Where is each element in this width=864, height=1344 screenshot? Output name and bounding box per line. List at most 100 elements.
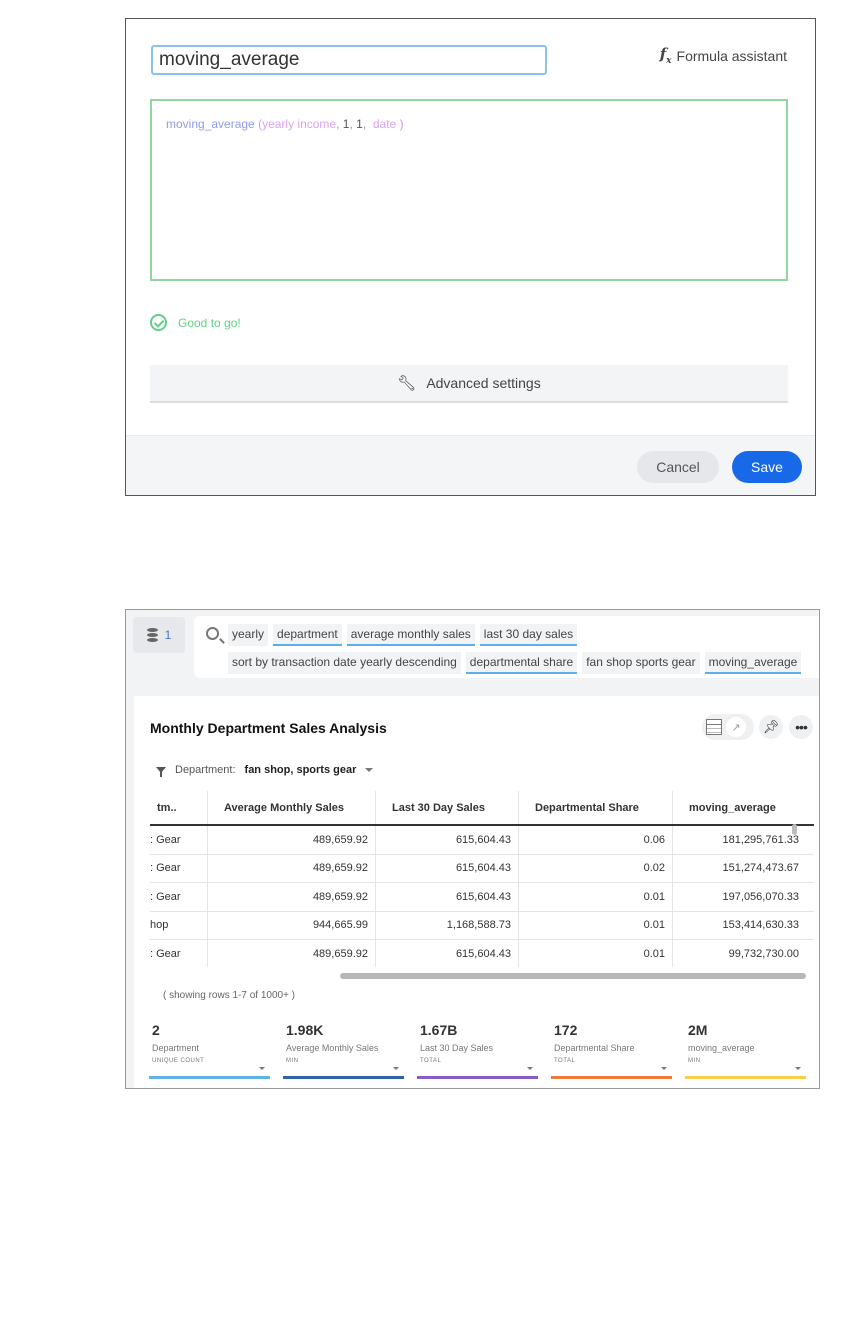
chart-view-icon[interactable]: ↗ bbox=[726, 717, 746, 737]
search-token[interactable]: yearly bbox=[228, 624, 269, 646]
column-header[interactable]: tm.. bbox=[150, 791, 208, 824]
search-token[interactable]: moving_average bbox=[704, 652, 802, 674]
formula-name-input[interactable] bbox=[151, 45, 547, 75]
formula-comma: , bbox=[362, 117, 367, 131]
table-cell: 0.02 bbox=[519, 854, 673, 882]
data-table: tm.. Average Monthly Sales Last 30 Day S… bbox=[150, 791, 814, 967]
chevron-down-icon[interactable] bbox=[393, 1067, 399, 1070]
summary-card[interactable]: 2M moving_average MIN bbox=[685, 1022, 806, 1079]
formula-arg-2: 1 bbox=[356, 117, 363, 131]
summary-value: 2 bbox=[152, 1022, 160, 1038]
dialog-footer: Cancel Save bbox=[126, 435, 815, 495]
data-source-count: 1 bbox=[164, 628, 172, 642]
column-header[interactable]: moving_average bbox=[673, 791, 806, 824]
formula-function: moving_average bbox=[166, 117, 255, 131]
table-cell: 0.06 bbox=[519, 826, 673, 854]
formula-comma: , bbox=[349, 117, 353, 131]
table-cell: 153,414,630.33 bbox=[722, 919, 799, 932]
table-view-icon[interactable] bbox=[706, 719, 722, 735]
summary-card[interactable]: 1.67B Last 30 Day Sales TOTAL bbox=[417, 1022, 538, 1079]
chevron-down-icon[interactable] bbox=[661, 1067, 667, 1070]
vertical-scrollbar[interactable] bbox=[792, 824, 797, 835]
filter-icon bbox=[156, 767, 166, 777]
formula-close-paren: ) bbox=[399, 117, 404, 131]
summary-value: 1.67B bbox=[420, 1022, 458, 1038]
table-cell: 615,604.43 bbox=[376, 883, 519, 911]
search-tokens-row: sort by transaction date yearly descendi… bbox=[228, 652, 802, 674]
answer-card: Monthly Department Sales Analysis ↗ 📌︎ •… bbox=[134, 696, 819, 1088]
validation-status-text: Good to go! bbox=[178, 315, 241, 330]
filter-value: fan shop, sports gear bbox=[244, 764, 357, 776]
formula-assistant-link[interactable]: fx Formula assistant bbox=[660, 45, 787, 66]
chevron-down-icon[interactable] bbox=[259, 1067, 265, 1070]
search-token[interactable]: sort by transaction date yearly descendi… bbox=[228, 652, 461, 674]
table-cell: : Gear bbox=[150, 854, 208, 882]
save-button[interactable]: Save bbox=[732, 451, 802, 483]
cancel-button[interactable]: Cancel bbox=[637, 451, 719, 483]
advanced-settings-label: Advanced settings bbox=[426, 375, 541, 391]
summary-value: 172 bbox=[554, 1022, 578, 1038]
filter-chip[interactable]: Department: fan shop, sports gear bbox=[156, 764, 374, 777]
answer-title: Monthly Department Sales Analysis bbox=[150, 720, 387, 736]
summary-row: 2 Department UNIQUE COUNT 1.98K Average Mont… bbox=[149, 1022, 806, 1079]
search-token[interactable]: average monthly sales bbox=[346, 624, 475, 646]
more-options-button[interactable]: ••• bbox=[789, 715, 813, 739]
search-token[interactable]: departmental share bbox=[465, 652, 578, 674]
search-token[interactable]: fan shop sports gear bbox=[582, 652, 700, 674]
summary-label: Department bbox=[152, 1043, 200, 1053]
summary-aggregation[interactable]: TOTAL bbox=[417, 1058, 538, 1064]
table-cell: 615,604.43 bbox=[376, 854, 519, 882]
more-icon: ••• bbox=[795, 719, 808, 735]
table-cell: 489,659.92 bbox=[208, 854, 376, 882]
summary-card[interactable]: 2 Department UNIQUE COUNT bbox=[149, 1022, 270, 1079]
summary-color-bar bbox=[149, 1076, 270, 1079]
column-header[interactable]: Last 30 Day Sales bbox=[376, 791, 519, 824]
wrench-icon: 🔧︎ bbox=[397, 375, 417, 392]
summary-aggregation[interactable]: TOTAL bbox=[551, 1058, 672, 1064]
table-cell: 181,295,761.33 bbox=[722, 833, 799, 846]
summary-aggregation[interactable]: MIN bbox=[283, 1058, 404, 1064]
chevron-down-icon[interactable] bbox=[795, 1067, 801, 1070]
table-cell: 197,056,070.33 bbox=[722, 890, 799, 903]
table-row[interactable]: : Gear 489,659.92 615,604.43 0.02 151,274,47… bbox=[150, 854, 814, 883]
chevron-down-icon[interactable] bbox=[527, 1067, 533, 1070]
search-token[interactable]: department bbox=[273, 624, 342, 646]
table-cell: 0.01 bbox=[519, 940, 673, 967]
table-row[interactable]: hop 944,665.99 1,168,588.73 0.01 153,414,630… bbox=[150, 911, 814, 940]
view-toggle[interactable]: ↗ bbox=[702, 714, 754, 740]
table-cell: hop bbox=[150, 911, 208, 939]
search-token[interactable]: last 30 day sales bbox=[479, 624, 578, 646]
summary-aggregation[interactable]: UNIQUE COUNT bbox=[149, 1058, 270, 1064]
column-header[interactable]: Departmental Share bbox=[519, 791, 673, 824]
search-bar[interactable]: yearly department average monthly sales las… bbox=[194, 616, 819, 678]
horizontal-scrollbar[interactable] bbox=[340, 973, 806, 979]
summary-card[interactable]: 172 Departmental Share TOTAL bbox=[551, 1022, 672, 1079]
pin-button[interactable]: 📌︎ bbox=[759, 715, 783, 739]
formula-date-arg: date bbox=[372, 117, 397, 131]
chevron-down-icon bbox=[365, 768, 374, 772]
summary-aggregation[interactable]: MIN bbox=[685, 1058, 806, 1064]
formula-column: yearly income bbox=[262, 117, 337, 131]
summary-color-bar bbox=[551, 1076, 672, 1079]
database-icon bbox=[146, 628, 158, 642]
summary-color-bar bbox=[417, 1076, 538, 1079]
formula-editor-body: fx Formula assistant moving_average (yea… bbox=[126, 19, 815, 435]
search-tokens-row: yearly department average monthly sales las… bbox=[228, 624, 578, 646]
table-row[interactable]: : Gear 489,659.92 615,604.43 0.01 197,056,07… bbox=[150, 883, 814, 912]
summary-card[interactable]: 1.98K Average Monthly Sales MIN bbox=[283, 1022, 404, 1079]
table-cell: 99,732,730.00 bbox=[728, 947, 799, 960]
fx-icon: fx bbox=[659, 45, 672, 66]
advanced-settings-button[interactable]: 🔧︎ Advanced settings bbox=[150, 365, 788, 403]
table-cell: 489,659.92 bbox=[208, 940, 376, 967]
summary-value: 1.98K bbox=[286, 1022, 324, 1038]
table-cell: : Gear bbox=[150, 940, 208, 967]
summary-label: Average Monthly Sales bbox=[286, 1043, 379, 1053]
table-row[interactable]: : Gear 489,659.92 615,604.43 0.01 99,732,730… bbox=[150, 940, 814, 967]
table-cell: 0.01 bbox=[519, 883, 673, 911]
column-header[interactable]: Average Monthly Sales bbox=[208, 791, 376, 824]
formula-comma: , bbox=[336, 117, 340, 131]
data-source-button[interactable]: 1 bbox=[133, 617, 185, 653]
formula-editor-dialog: fx Formula assistant moving_average (yea… bbox=[125, 18, 816, 496]
table-row[interactable]: : Gear 489,659.92 615,604.43 0.06 181,295,76… bbox=[150, 826, 814, 855]
formula-text-area[interactable]: moving_average (yearly income, 1, 1, dat… bbox=[150, 99, 788, 281]
